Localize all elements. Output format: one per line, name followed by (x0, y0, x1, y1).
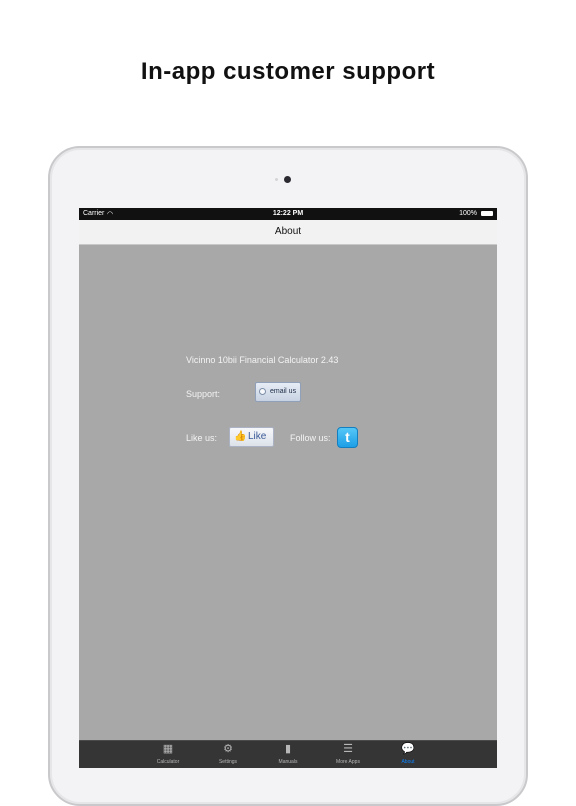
headline: In-app customer support (140, 58, 436, 85)
app-version-label: Vicinno 10bii Financial Calculator 2.43 (186, 355, 339, 365)
status-bar: Carrier ◠ 12:22 PM 100% (79, 208, 497, 220)
twitter-follow-button[interactable]: t (337, 427, 358, 448)
facebook-like-button[interactable]: 👍 Like (229, 427, 274, 447)
email-us-button[interactable]: email us (255, 382, 301, 402)
status-time: 12:22 PM (272, 210, 304, 217)
tab-more-apps[interactable]: ☰ More Apps (318, 741, 378, 768)
gear-icon: ⚙ (223, 743, 233, 755)
battery-icon (481, 211, 493, 216)
tab-settings-label: Settings (218, 759, 238, 765)
thumbs-up-icon: 👍 (234, 431, 247, 442)
tab-manuals-label: Manuals (278, 759, 298, 765)
tab-calculator[interactable]: ▦ Calculator (138, 741, 198, 768)
like-us-label: Like us: (186, 433, 218, 443)
tab-about-label: About (401, 759, 415, 765)
tab-about[interactable]: 💬 About (378, 741, 438, 768)
front-camera (284, 176, 291, 183)
tab-manuals[interactable]: ▮ Manuals (258, 741, 318, 768)
stack-icon: ☰ (343, 743, 353, 755)
book-icon: ▮ (284, 743, 292, 755)
status-battery-percent: 100% (459, 210, 477, 217)
app-screen: Carrier ◠ 12:22 PM 100% About Vicinno 10… (79, 208, 497, 768)
tab-settings[interactable]: ⚙ Settings (198, 741, 258, 768)
email-icon (259, 388, 266, 395)
twitter-icon: t (345, 429, 350, 445)
front-sensor (275, 178, 278, 181)
calculator-icon: ▦ (162, 743, 174, 755)
like-button-label: Like (248, 431, 267, 442)
tab-more-apps-label: More Apps (336, 759, 360, 765)
page-title: About (274, 226, 302, 237)
support-label: Support: (186, 389, 221, 399)
follow-us-label: Follow us: (290, 433, 331, 443)
navigation-bar: About (79, 220, 497, 245)
email-us-label: email us (270, 388, 297, 395)
speech-bubble-icon: 💬 (401, 743, 415, 755)
tab-calculator-label: Calculator (156, 759, 180, 765)
tab-bar: ▦ Calculator ⚙ Settings ▮ Manuals ☰ More… (79, 740, 497, 768)
